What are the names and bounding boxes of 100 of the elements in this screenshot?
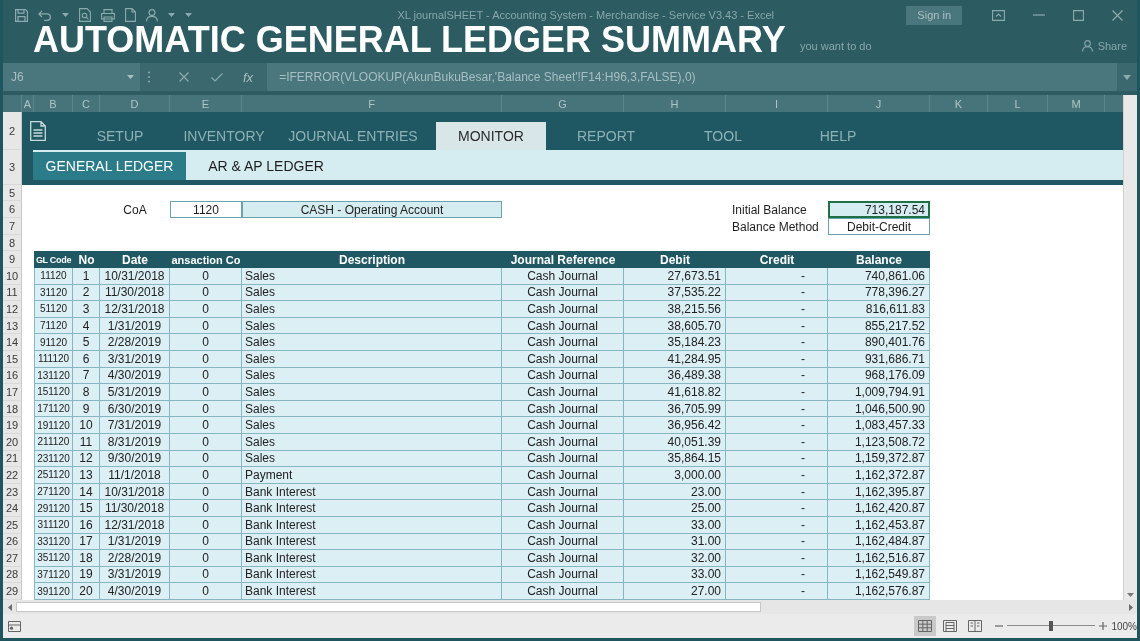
printer-icon[interactable]	[101, 8, 115, 22]
maximize-icon[interactable]	[1073, 9, 1084, 21]
sheet-icon	[30, 121, 46, 141]
table-cell: Sales	[242, 301, 502, 318]
column-heading: Description	[242, 251, 502, 268]
column-heading: Journal Reference	[502, 251, 624, 268]
account-code-cell: 1120	[170, 201, 242, 218]
slider-thumb[interactable]	[1049, 621, 1054, 631]
menu-tab[interactable]: INVENTORY	[178, 122, 270, 150]
table-cell: Payment	[242, 467, 502, 484]
view-button[interactable]	[914, 616, 937, 636]
table-cell: Cash Journal	[502, 467, 624, 484]
menu-tab[interactable]: JOURNAL ENTRIES	[270, 122, 436, 150]
tell-me-hint[interactable]: you want to do	[800, 39, 872, 52]
minus-icon[interactable]	[995, 625, 1004, 627]
ribbon-display-icon[interactable]	[992, 9, 1005, 21]
menu-tab[interactable]: HELP	[780, 122, 896, 150]
table-cell: -	[726, 550, 828, 567]
column-heading: Date	[100, 251, 170, 268]
row-number: 7	[3, 218, 22, 235]
person-icon[interactable]	[146, 8, 158, 22]
table-cell: 4/30/2019	[100, 583, 170, 600]
row-number: 22	[3, 467, 22, 484]
table-cell: 2/28/2019	[100, 550, 170, 567]
plus-icon[interactable]	[1099, 622, 1108, 630]
ledger-tab[interactable]: GENERAL LEDGER	[33, 152, 186, 180]
column-heading: Credit	[726, 251, 828, 268]
scroll-down-icon[interactable]	[1127, 593, 1134, 597]
table-cell: 3	[73, 301, 100, 318]
table-cell: Cash Journal	[502, 334, 624, 351]
column-heading: ansaction Co	[170, 251, 242, 268]
share-button[interactable]: Share	[1081, 39, 1127, 52]
menu-tab[interactable]: REPORT	[546, 122, 666, 150]
table-cell: 27,673.51	[624, 268, 726, 285]
table-cell: 816,611.83	[828, 301, 930, 318]
table-cell: -	[726, 467, 828, 484]
table-cell: 8	[73, 384, 100, 401]
caret-icon[interactable]	[62, 13, 69, 17]
caret-icon[interactable]	[1123, 74, 1131, 80]
table-cell: 3,000.00	[624, 467, 726, 484]
horizontal-scroll-thumb[interactable]	[16, 602, 761, 612]
table-cell: 391120	[34, 583, 73, 600]
menu-tab[interactable]: TOOL	[666, 122, 780, 150]
table-cell: -	[726, 500, 828, 517]
sign-in-button[interactable]: Sign in	[906, 5, 962, 25]
table-cell: 38,215.56	[624, 301, 726, 318]
table-cell: 1	[73, 268, 100, 285]
table-cell: 7/31/2019	[100, 417, 170, 434]
page-icon[interactable]	[125, 8, 136, 22]
scroll-right-icon[interactable]	[1129, 603, 1133, 611]
vertical-scrollbar[interactable]	[1123, 95, 1137, 600]
table-cell: 0	[170, 268, 242, 285]
table-cell: 1,162,576.87	[828, 583, 930, 600]
table-cell: 2/28/2019	[100, 334, 170, 351]
document-search-icon[interactable]	[79, 8, 91, 22]
name-box[interactable]: J6	[3, 63, 140, 91]
row-number: 2	[3, 112, 22, 150]
table-cell: 740,861.06	[828, 268, 930, 285]
table-cell: Cash Journal	[502, 583, 624, 600]
insert-function-button[interactable]: fx	[243, 69, 254, 85]
table-cell: 10	[73, 417, 100, 434]
row-number: 10	[3, 268, 22, 285]
caret-icon[interactable]	[127, 75, 134, 79]
save-icon[interactable]	[15, 8, 28, 22]
table-cell: 11/30/2018	[100, 500, 170, 517]
cancel-icon[interactable]	[179, 72, 189, 82]
record-icon[interactable]	[8, 620, 21, 632]
page-break-icon	[968, 620, 983, 632]
table-cell: 11/1/2018	[100, 467, 170, 484]
person-icon	[1081, 39, 1093, 52]
table-cell: 1,083,457.33	[828, 417, 930, 434]
row-number: 24	[3, 500, 22, 517]
menu-tab[interactable]: SETUP	[62, 122, 178, 150]
formula-field[interactable]: =IFERROR(VLOOKUP(AkunBukuBesar,'Balance Sheet'!F14:H96,3,FALSE),0)	[267, 63, 1117, 91]
table-cell: Cash Journal	[502, 500, 624, 517]
table-cell: 0	[170, 467, 242, 484]
table-cell: 1,162,420.87	[828, 500, 930, 517]
scroll-left-icon[interactable]	[8, 603, 12, 611]
page-layout-icon	[943, 620, 958, 632]
check-icon[interactable]	[211, 72, 223, 82]
table-cell: 1,162,372.87	[828, 467, 930, 484]
table-cell: 20	[73, 583, 100, 600]
table-cell: -	[726, 583, 828, 600]
table-cell: 13	[73, 467, 100, 484]
table-cell: 51120	[34, 301, 73, 318]
row-number: 29	[3, 583, 22, 600]
menu-tab[interactable]: MONITOR	[436, 122, 546, 150]
close-icon[interactable]	[1112, 9, 1123, 21]
table-cell: 0	[170, 301, 242, 318]
caret-icon[interactable]	[168, 13, 175, 17]
table-cell: 5	[73, 334, 100, 351]
row-number: 3	[3, 150, 22, 185]
zoom-level[interactable]: 100%	[1111, 620, 1137, 632]
caret-icon[interactable]	[185, 13, 192, 17]
banner-heading: AUTOMATIC GENERAL LEDGER SUMMARY	[33, 22, 786, 58]
table-cell: Bank Interest	[242, 500, 502, 517]
window-title: XL journalSHEET - Accounting System - Merchandise - Service V3.43 - Excel	[397, 9, 774, 21]
ledger-tab[interactable]: AR & AP LEDGER	[186, 152, 346, 180]
undo-icon[interactable]	[38, 9, 52, 21]
row-number: 9	[3, 251, 22, 268]
